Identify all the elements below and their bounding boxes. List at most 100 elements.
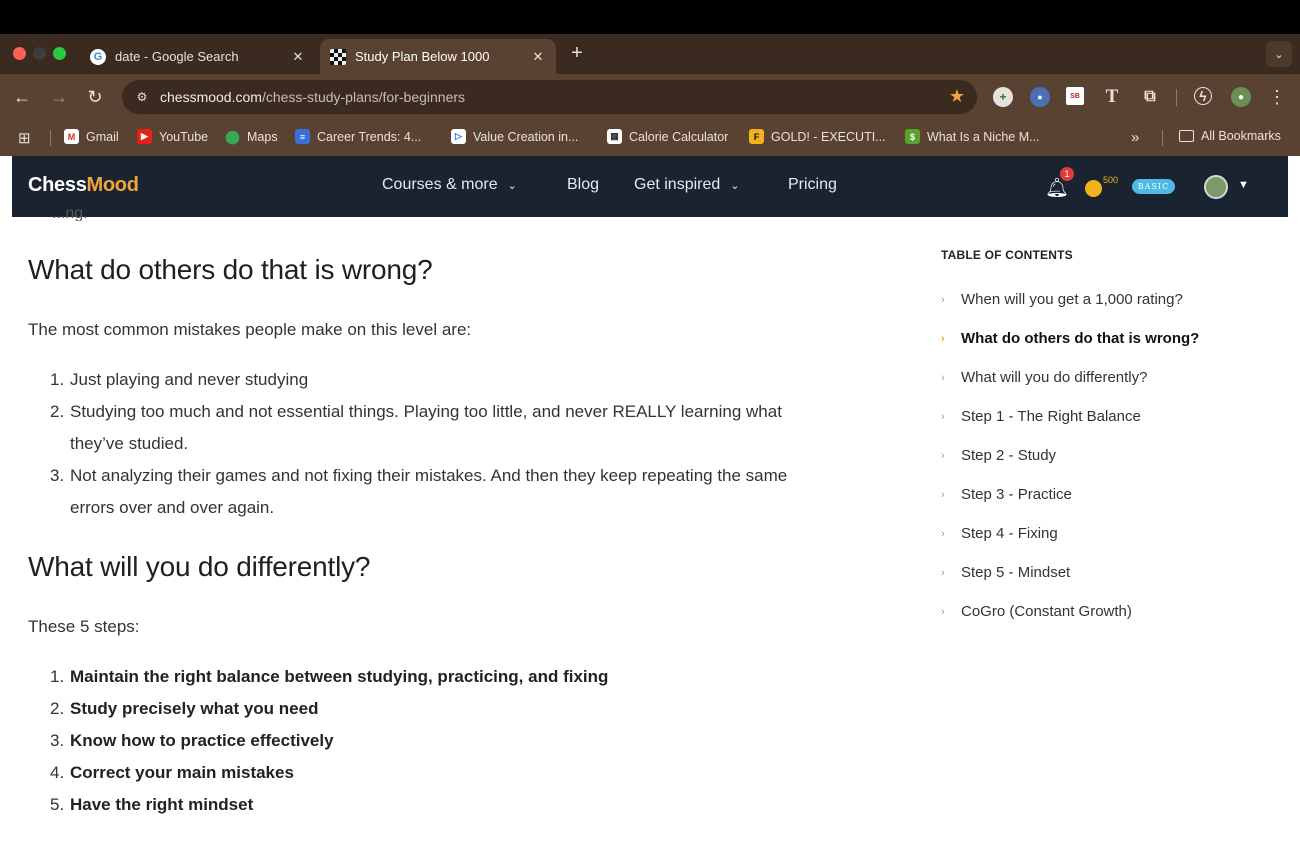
- forward-button[interactable]: →: [48, 86, 70, 108]
- list-text: Know how to practice effectively: [70, 731, 334, 750]
- coin-icon[interactable]: [1085, 180, 1102, 197]
- chevron-right-icon: ›: [941, 527, 945, 540]
- document-icon: ≡: [295, 129, 310, 144]
- bookmark-label: GOLD! - EXECUTI...: [771, 129, 886, 144]
- chevron-right-icon: ›: [941, 449, 945, 462]
- url-host: chessmood.com: [160, 89, 262, 105]
- toc-label: Step 5 - Mindset: [961, 564, 1071, 581]
- toc-label: Step 3 - Practice: [961, 486, 1072, 503]
- chevron-right-icon: ›: [941, 293, 945, 306]
- bookmark-youtube[interactable]: ▶ YouTube: [137, 129, 208, 144]
- text-extension-icon[interactable]: T: [1102, 86, 1122, 107]
- list-item: 3. Not analyzing their games and not fixi…: [50, 460, 810, 524]
- list-item: 3. Know how to practice effectively: [50, 725, 810, 757]
- plan-badge[interactable]: BASIC: [1132, 179, 1175, 194]
- nav-pricing[interactable]: Pricing: [788, 176, 837, 194]
- nav-label: Courses & more: [382, 176, 498, 193]
- performance-icon[interactable]: ϟ: [1194, 87, 1212, 105]
- close-icon[interactable]: ✕: [530, 49, 546, 65]
- nav-get-inspired[interactable]: Get inspired ⌄: [634, 176, 739, 194]
- toc-item[interactable]: › When will you get a 1,000 rating?: [941, 291, 1183, 308]
- address-bar[interactable]: ⚙ chessmood.com/chess-study-plans/for-be…: [122, 80, 977, 114]
- toc-item[interactable]: › CoGro (Constant Growth): [941, 603, 1132, 620]
- google-icon: G: [90, 48, 106, 65]
- chessboard-icon: [330, 48, 346, 65]
- url-text[interactable]: chessmood.com/chess-study-plans/for-begi…: [160, 89, 465, 105]
- toc-item[interactable]: › Step 1 - The Right Balance: [941, 408, 1141, 425]
- bookmark-career-trends[interactable]: ≡ Career Trends: 4...: [295, 129, 421, 144]
- toc-label: Step 4 - Fixing: [961, 525, 1058, 542]
- toc-item[interactable]: › Step 2 - Study: [941, 447, 1056, 464]
- toc-title: TABLE OF CONTENTS: [941, 248, 1073, 262]
- add-extension-icon[interactable]: +: [993, 87, 1013, 107]
- list-item: 1. Just playing and never studying: [50, 364, 810, 396]
- caret-down-icon[interactable]: ▼: [1238, 179, 1249, 191]
- bookmark-label: Gmail: [86, 129, 119, 144]
- map-pin-icon: ⬤: [225, 128, 240, 144]
- bookmark-label: Maps: [247, 129, 278, 144]
- reload-button[interactable]: ↻: [84, 86, 106, 108]
- site-settings-icon[interactable]: ⚙: [132, 90, 152, 104]
- tab-search-button[interactable]: ⌄: [1266, 41, 1292, 67]
- bookmark-value-creation[interactable]: ▷ Value Creation in...: [451, 129, 578, 144]
- toc-item[interactable]: › What will you do differently?: [941, 369, 1147, 386]
- logo-accent-text: Mood: [86, 174, 139, 196]
- bookmark-label: Calorie Calculator: [629, 129, 729, 144]
- list-text: Studying too much and not essential thin…: [70, 402, 782, 453]
- toc-item-active[interactable]: › What do others do that is wrong?: [941, 330, 1199, 347]
- chevron-down-icon: ⌄: [507, 179, 517, 192]
- bookmark-calorie-calculator[interactable]: ▦ Calorie Calculator: [607, 129, 728, 144]
- minimize-window-button[interactable]: [33, 47, 46, 60]
- list-text: Maintain the right balance between study…: [70, 667, 609, 686]
- toc-label: What will you do differently?: [961, 369, 1148, 386]
- nav-blog[interactable]: Blog: [567, 176, 599, 194]
- url-path: /chess-study-plans/for-beginners: [261, 89, 466, 105]
- back-button[interactable]: ←: [11, 86, 33, 108]
- browser-menu-icon[interactable]: ⋮: [1268, 86, 1286, 108]
- new-tab-button[interactable]: +: [566, 42, 588, 64]
- study-extension-icon[interactable]: SB: [1066, 87, 1084, 105]
- toolbar-divider: [1176, 89, 1177, 106]
- tab-google-search[interactable]: G date - Google Search ✕: [80, 39, 316, 74]
- logo-text: Chess: [28, 174, 87, 196]
- bookmarks-overflow-button[interactable]: »: [1131, 129, 1139, 146]
- list-number: 4.: [50, 763, 65, 782]
- site-header: ChessMood Courses & more ⌄ Blog Get inspi…: [12, 156, 1288, 217]
- close-icon[interactable]: ✕: [290, 49, 306, 65]
- bookmark-star-icon[interactable]: ★: [949, 86, 965, 107]
- list-item: 2. Studying too much and not essential th…: [50, 396, 810, 460]
- maximize-window-button[interactable]: [53, 47, 66, 60]
- calculator-icon: ▦: [607, 129, 622, 144]
- screen-top-bar: [0, 0, 1300, 34]
- chevron-right-icon: ›: [941, 566, 945, 579]
- list-item: 2. Study precisely what you need: [50, 693, 810, 725]
- apps-grid-icon[interactable]: ⊞: [18, 129, 31, 147]
- chessmood-logo[interactable]: ChessMood: [28, 174, 139, 197]
- chevron-right-icon: ›: [941, 488, 945, 501]
- bookmarks-bar: ⊞ M Gmail ▶ YouTube ⬤ Maps ≡ Career Trends: …: [0, 120, 1300, 156]
- user-avatar[interactable]: [1204, 175, 1228, 199]
- extension-icon[interactable]: ●: [1030, 87, 1050, 107]
- gmail-icon: M: [64, 129, 79, 144]
- list-number: 2.: [50, 402, 65, 421]
- bookmark-niche[interactable]: $ What Is a Niche M...: [905, 129, 1040, 144]
- toc-item[interactable]: › Step 4 - Fixing: [941, 525, 1058, 542]
- close-window-button[interactable]: [13, 47, 26, 60]
- toc-item[interactable]: › Step 5 - Mindset: [941, 564, 1070, 581]
- bookmark-gmail[interactable]: M Gmail: [64, 129, 119, 144]
- tab-study-plan[interactable]: Study Plan Below 1000 ✕: [320, 39, 556, 74]
- clipped-text: ...ng.: [52, 205, 88, 221]
- nav-label: Blog: [567, 176, 600, 193]
- bookmark-gold[interactable]: F GOLD! - EXECUTI...: [749, 129, 886, 144]
- toc-item[interactable]: › Step 3 - Practice: [941, 486, 1072, 503]
- tab-strip: G date - Google Search ✕ Study Plan Belo…: [0, 34, 1300, 74]
- toc-label: Step 1 - The Right Balance: [961, 408, 1141, 425]
- coin-count: 500: [1103, 175, 1119, 185]
- all-bookmarks-button[interactable]: All Bookmarks: [1179, 129, 1281, 143]
- steps-list: 1. Maintain the right balance between stu…: [50, 661, 810, 821]
- heading-what-others-do-wrong: What do others do that is wrong?: [28, 254, 433, 285]
- nav-courses[interactable]: Courses & more ⌄: [382, 176, 517, 194]
- profile-avatar-icon[interactable]: ●: [1231, 87, 1251, 107]
- bookmark-maps[interactable]: ⬤ Maps: [225, 128, 278, 144]
- extensions-puzzle-icon[interactable]: ⧉: [1140, 87, 1160, 107]
